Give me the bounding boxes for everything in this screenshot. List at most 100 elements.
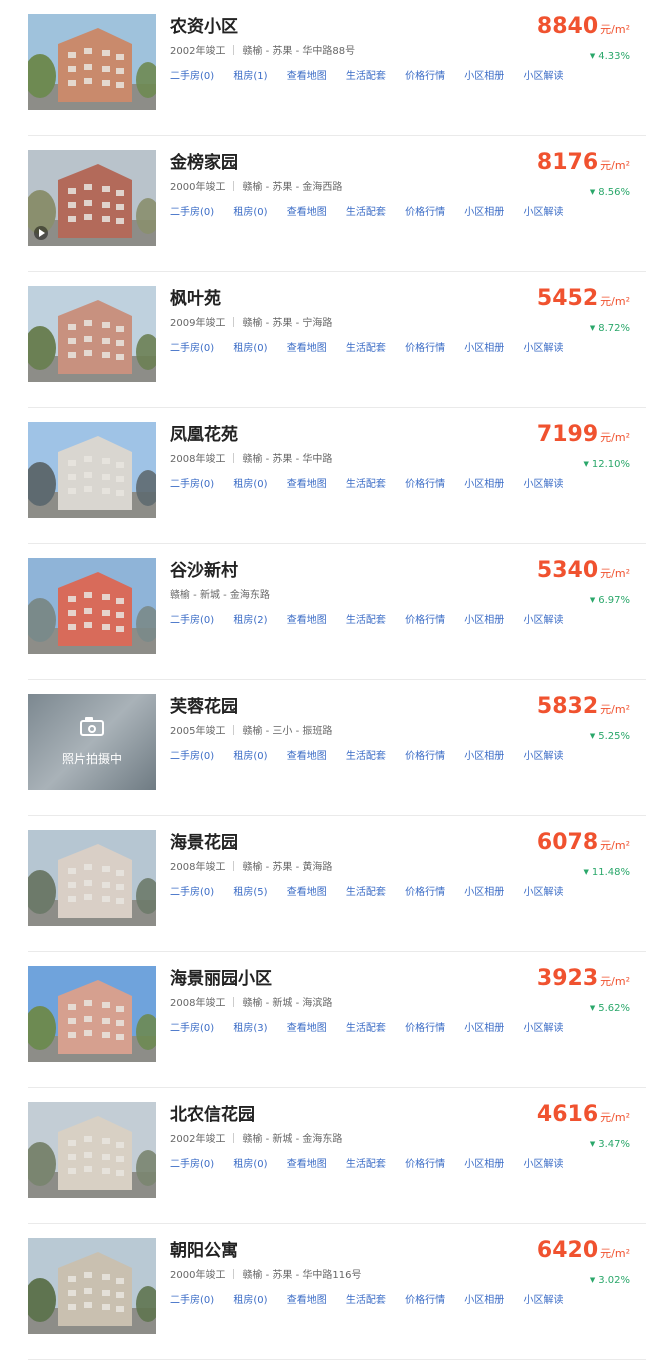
link-album[interactable]: 小区相册 [464,479,504,490]
community-name[interactable]: 北农信花园 [170,1100,255,1125]
link-price-trend[interactable]: 价格行情 [405,479,445,490]
link-price-trend[interactable]: 价格行情 [405,887,445,898]
link-album[interactable]: 小区相册 [464,71,504,82]
link-album[interactable]: 小区相册 [464,1295,504,1306]
link-analysis[interactable]: 小区解读 [523,1295,563,1306]
link-analysis[interactable]: 小区解读 [523,343,563,354]
link-price-trend[interactable]: 价格行情 [405,207,445,218]
thumbnail[interactable] [28,14,156,110]
community-name[interactable]: 枫叶苑 [170,284,221,309]
link-map[interactable]: 查看地图 [287,207,327,218]
link-album[interactable]: 小区相册 [464,207,504,218]
link-analysis[interactable]: 小区解读 [523,1023,563,1034]
link-map[interactable]: 查看地图 [287,479,327,490]
listing-item[interactable]: 农资小区 2002年竣工 赣榆 - 苏果 - 华中路88号 二手房(0) 租房(1… [28,0,646,136]
link-price-trend[interactable]: 价格行情 [405,1159,445,1170]
link-album[interactable]: 小区相册 [464,615,504,626]
link-rent[interactable]: 租房(0) [233,751,267,762]
listing-item[interactable]: 枫叶苑 2009年竣工 赣榆 - 苏果 - 宁海路 二手房(0) 租房(0) 查看… [28,272,646,408]
listing-item[interactable]: 照片拍摄中 芙蓉花园 2005年竣工 赣榆 - 三小 - 振班路 二手房(0) 租… [28,680,646,816]
listing-item[interactable]: 海景丽园小区 2008年竣工 赣榆 - 新城 - 海滨路 二手房(0) 租房(3)… [28,952,646,1088]
link-map[interactable]: 查看地图 [287,343,327,354]
link-map[interactable]: 查看地图 [287,1295,327,1306]
thumbnail[interactable] [28,830,156,926]
link-analysis[interactable]: 小区解读 [523,479,563,490]
community-name[interactable]: 凤凰花苑 [170,420,238,445]
link-map[interactable]: 查看地图 [287,1159,327,1170]
thumbnail[interactable] [28,286,156,382]
link-rent[interactable]: 租房(5) [233,887,267,898]
link-price-trend[interactable]: 价格行情 [405,1023,445,1034]
link-second-hand[interactable]: 二手房(0) [170,343,214,354]
link-amenities[interactable]: 生活配套 [346,1159,386,1170]
listing-item[interactable]: 凤凰花苑 2008年竣工 赣榆 - 苏果 - 华中路 二手房(0) 租房(0) 查… [28,408,646,544]
link-map[interactable]: 查看地图 [287,71,327,82]
community-name[interactable]: 芙蓉花园 [170,692,238,717]
link-rent[interactable]: 租房(0) [233,343,267,354]
link-album[interactable]: 小区相册 [464,1159,504,1170]
link-album[interactable]: 小区相册 [464,343,504,354]
link-amenities[interactable]: 生活配套 [346,751,386,762]
link-amenities[interactable]: 生活配套 [346,887,386,898]
listing-item[interactable]: 朝阳公寓 2000年竣工 赣榆 - 苏果 - 华中路116号 二手房(0) 租房(… [28,1224,646,1360]
link-second-hand[interactable]: 二手房(0) [170,887,214,898]
thumbnail[interactable] [28,966,156,1062]
thumbnail[interactable] [28,558,156,654]
link-second-hand[interactable]: 二手房(0) [170,1023,214,1034]
link-album[interactable]: 小区相册 [464,887,504,898]
thumbnail[interactable] [28,422,156,518]
link-price-trend[interactable]: 价格行情 [405,615,445,626]
community-name[interactable]: 朝阳公寓 [170,1236,238,1261]
link-rent[interactable]: 租房(0) [233,207,267,218]
link-amenities[interactable]: 生活配套 [346,479,386,490]
link-second-hand[interactable]: 二手房(0) [170,1159,214,1170]
community-name[interactable]: 谷沙新村 [170,556,238,581]
link-price-trend[interactable]: 价格行情 [405,71,445,82]
link-second-hand[interactable]: 二手房(0) [170,479,214,490]
link-second-hand[interactable]: 二手房(0) [170,71,214,82]
link-price-trend[interactable]: 价格行情 [405,343,445,354]
play-icon[interactable] [34,226,48,240]
link-second-hand[interactable]: 二手房(0) [170,751,214,762]
link-analysis[interactable]: 小区解读 [523,615,563,626]
community-name[interactable]: 海景丽园小区 [170,964,272,989]
listing-item[interactable]: 金榜家园 2000年竣工 赣榆 - 苏果 - 金海西路 二手房(0) 租房(0) … [28,136,646,272]
thumbnail[interactable] [28,1238,156,1334]
link-second-hand[interactable]: 二手房(0) [170,1295,214,1306]
thumbnail[interactable]: 照片拍摄中 [28,694,156,790]
link-album[interactable]: 小区相册 [464,751,504,762]
link-second-hand[interactable]: 二手房(0) [170,207,214,218]
listing-item[interactable]: 海景花园 2008年竣工 赣榆 - 苏果 - 黄海路 二手房(0) 租房(5) 查… [28,816,646,952]
link-map[interactable]: 查看地图 [287,751,327,762]
thumbnail[interactable] [28,150,156,246]
link-analysis[interactable]: 小区解读 [523,1159,563,1170]
listing-item[interactable]: 北农信花园 2002年竣工 赣榆 - 新城 - 金海东路 二手房(0) 租房(0)… [28,1088,646,1224]
link-rent[interactable]: 租房(0) [233,479,267,490]
link-amenities[interactable]: 生活配套 [346,207,386,218]
link-map[interactable]: 查看地图 [287,887,327,898]
thumbnail[interactable] [28,1102,156,1198]
community-name[interactable]: 海景花园 [170,828,238,853]
link-analysis[interactable]: 小区解读 [523,71,563,82]
listing-item[interactable]: 谷沙新村 赣榆 - 新城 - 金海东路 二手房(0) 租房(2) 查看地图 生活… [28,544,646,680]
link-amenities[interactable]: 生活配套 [346,1023,386,1034]
link-amenities[interactable]: 生活配套 [346,71,386,82]
link-amenities[interactable]: 生活配套 [346,1295,386,1306]
link-rent[interactable]: 租房(2) [233,615,267,626]
link-rent[interactable]: 租房(1) [233,71,267,82]
link-rent[interactable]: 租房(3) [233,1023,267,1034]
link-second-hand[interactable]: 二手房(0) [170,615,214,626]
link-rent[interactable]: 租房(0) [233,1295,267,1306]
link-map[interactable]: 查看地图 [287,1023,327,1034]
link-rent[interactable]: 租房(0) [233,1159,267,1170]
link-analysis[interactable]: 小区解读 [523,751,563,762]
link-amenities[interactable]: 生活配套 [346,343,386,354]
community-name[interactable]: 金榜家园 [170,148,238,173]
link-price-trend[interactable]: 价格行情 [405,751,445,762]
link-analysis[interactable]: 小区解读 [523,887,563,898]
link-analysis[interactable]: 小区解读 [523,207,563,218]
link-album[interactable]: 小区相册 [464,1023,504,1034]
link-price-trend[interactable]: 价格行情 [405,1295,445,1306]
link-amenities[interactable]: 生活配套 [346,615,386,626]
link-map[interactable]: 查看地图 [287,615,327,626]
